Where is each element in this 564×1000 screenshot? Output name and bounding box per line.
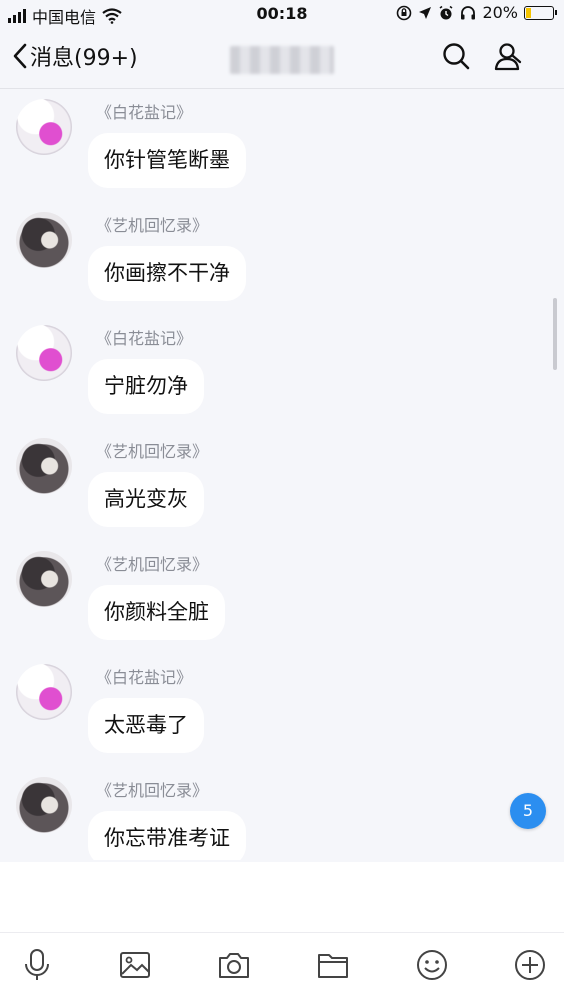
battery-icon — [524, 5, 557, 20]
chat-list[interactable]: 《白花盐记》 你针管笔断墨 《艺机回忆录》 你画擦不干净 《白花盐记》 宁脏勿净… — [0, 89, 564, 860]
sender-name: 《艺机回忆录》 — [96, 442, 209, 461]
contact-icon[interactable] — [493, 42, 523, 72]
search-icon[interactable] — [442, 42, 470, 72]
message-bubble[interactable]: 你忘带准考证 — [88, 811, 246, 860]
message-bubble[interactable]: 你针管笔断墨 — [88, 133, 246, 188]
chat-title-blurred — [230, 46, 334, 74]
camera-icon[interactable] — [217, 948, 251, 982]
message-input[interactable] — [14, 870, 550, 924]
message-item: 《艺机回忆录》 你画擦不干净 — [0, 202, 564, 315]
message-item: 《白花盐记》 宁脏勿净 — [0, 315, 564, 428]
message-item: 《艺机回忆录》 高光变灰 — [0, 428, 564, 541]
sender-name: 《艺机回忆录》 — [96, 216, 209, 235]
emoji-icon[interactable] — [415, 948, 449, 982]
microphone-icon[interactable] — [20, 948, 54, 982]
avatar[interactable] — [16, 664, 72, 720]
message-bubble[interactable]: 你画擦不干净 — [88, 246, 246, 301]
message-item: 《艺机回忆录》 你忘带准考证 — [0, 767, 564, 860]
message-item: 《艺机回忆录》 你颜料全脏 — [0, 541, 564, 654]
image-icon[interactable] — [118, 948, 152, 982]
alarm-icon — [439, 5, 453, 19]
sender-name: 《白花盐记》 — [96, 329, 193, 348]
sender-name: 《白花盐记》 — [96, 668, 193, 687]
avatar[interactable] — [16, 438, 72, 494]
input-area — [0, 862, 564, 1000]
divider — [0, 932, 564, 933]
folder-icon[interactable] — [316, 948, 350, 982]
plus-icon[interactable] — [513, 948, 547, 982]
avatar[interactable] — [16, 99, 72, 155]
message-bubble[interactable]: 高光变灰 — [88, 472, 204, 527]
message-item: 《白花盐记》 太恶毒了 — [0, 654, 564, 767]
sender-name: 《艺机回忆录》 — [96, 781, 209, 800]
nav-bar: 消息(99+) — [0, 30, 564, 89]
avatar[interactable] — [16, 325, 72, 381]
sender-name: 《艺机回忆录》 — [96, 555, 209, 574]
scrollbar[interactable] — [553, 298, 557, 370]
unread-count-badge[interactable]: 5 — [510, 793, 546, 829]
location-icon — [419, 6, 432, 19]
avatar[interactable] — [16, 212, 72, 268]
status-bar: 中国电信 00:18 20% — [0, 0, 564, 30]
back-button[interactable]: 消息(99+) — [12, 40, 138, 72]
headphones-icon — [461, 5, 476, 19]
message-bubble[interactable]: 太恶毒了 — [88, 698, 204, 753]
sender-name: 《白花盐记》 — [96, 103, 193, 122]
back-label: 消息(99+) — [30, 46, 138, 71]
status-right: 20% — [396, 3, 557, 22]
battery-percent: 20% — [482, 3, 518, 22]
message-item: 《白花盐记》 你针管笔断墨 — [0, 89, 564, 202]
message-bubble[interactable]: 宁脏勿净 — [88, 359, 204, 414]
message-bubble[interactable]: 你颜料全脏 — [88, 585, 225, 640]
avatar[interactable] — [16, 777, 72, 833]
rotation-lock-icon — [397, 5, 412, 20]
chevron-left-icon — [13, 43, 27, 69]
avatar[interactable] — [16, 551, 72, 607]
